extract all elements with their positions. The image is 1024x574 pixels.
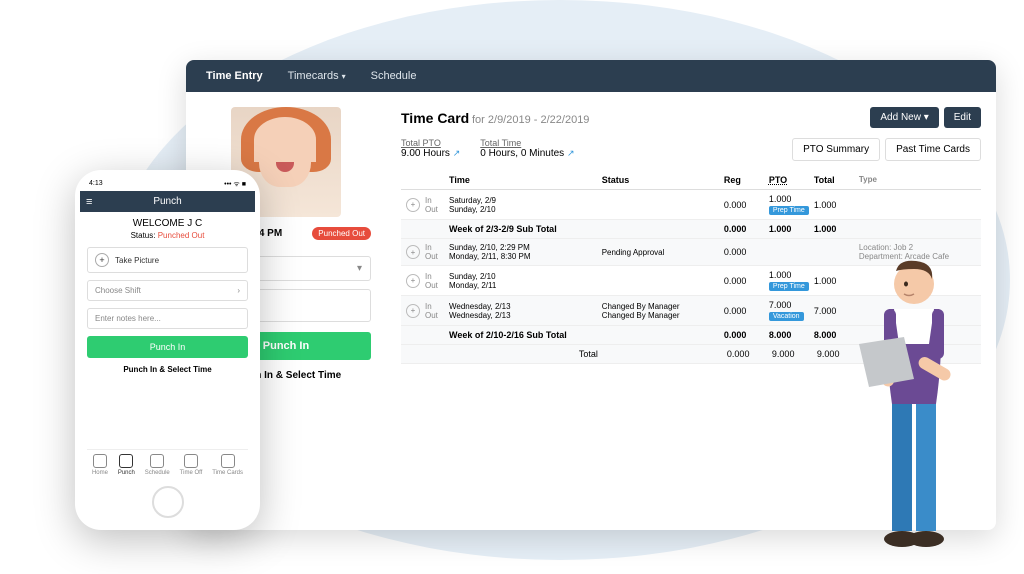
tab-time-off[interactable]: Time Off	[180, 454, 203, 476]
nav-timecards[interactable]: Timecards▾	[288, 70, 346, 82]
th-reg: Reg	[724, 175, 769, 185]
phone-header: ≡ Punch	[80, 191, 255, 212]
chevron-down-icon: ▾	[924, 112, 929, 123]
th-type: Type	[859, 175, 981, 185]
phone-status-bar: 4:13 ••• ᯤ ■	[83, 178, 252, 191]
top-nav: Time Entry Timecards▾ Schedule	[186, 60, 996, 92]
expand-icon[interactable]: +	[406, 245, 420, 259]
mobile-app: 4:13 ••• ᯤ ■ ≡ Punch WELCOME J C Status:…	[75, 170, 260, 530]
pto-summary-button[interactable]: PTO Summary	[792, 138, 880, 161]
table-row: + InOut Saturday, 2/9Sunday, 2/10 0.000 …	[401, 190, 981, 220]
take-picture-button[interactable]: +Take Picture	[87, 247, 248, 273]
person-illustration	[844, 229, 979, 569]
th-total: Total	[814, 175, 859, 185]
tab-schedule[interactable]: Schedule	[145, 454, 170, 476]
th-status: Status	[602, 175, 724, 185]
punch-in-button[interactable]: Punch In	[87, 336, 248, 358]
add-new-button[interactable]: Add New ▾	[870, 107, 938, 128]
plus-icon: +	[95, 253, 109, 267]
punch-status-badge: Punched Out	[312, 227, 371, 240]
tab-time-cards[interactable]: Time Cards	[212, 454, 243, 476]
timecard-title: Time Card	[401, 110, 469, 126]
expand-icon[interactable]: +	[406, 304, 420, 318]
notes-input[interactable]: Enter notes here...	[87, 308, 248, 329]
chevron-down-icon: ▾	[357, 263, 362, 274]
nav-schedule[interactable]: Schedule	[371, 70, 417, 82]
expand-icon[interactable]: +	[406, 198, 420, 212]
welcome-text: WELCOME J C	[87, 218, 248, 229]
edit-button[interactable]: Edit	[944, 107, 981, 128]
tab-home[interactable]: Home	[92, 454, 108, 476]
timecard-date-range: for 2/9/2019 - 2/22/2019	[472, 114, 589, 126]
past-timecards-button[interactable]: Past Time Cards	[885, 138, 981, 161]
menu-icon[interactable]: ≡	[86, 196, 92, 208]
external-link-icon[interactable]: ↗	[453, 148, 461, 158]
external-link-icon[interactable]: ↗	[567, 148, 575, 158]
status-line: Status: Punched Out	[87, 231, 248, 240]
chevron-down-icon: ▾	[342, 72, 346, 81]
nav-time-entry[interactable]: Time Entry	[206, 70, 263, 82]
expand-icon[interactable]: +	[406, 274, 420, 288]
total-time: Total Time 0 Hours, 0 Minutes ↗	[480, 138, 574, 161]
tab-punch[interactable]: Punch	[118, 454, 135, 476]
total-pto: Total PTO 9.00 Hours ↗	[401, 138, 460, 161]
chevron-right-icon: ›	[237, 286, 240, 295]
tab-bar: Home Punch Schedule Time Off Time Cards	[87, 449, 248, 476]
home-button[interactable]	[152, 486, 184, 518]
th-time: Time	[449, 175, 602, 185]
choose-shift-select[interactable]: Choose Shift›	[87, 280, 248, 301]
th-pto: PTO	[769, 175, 814, 185]
punch-in-select-time-link[interactable]: Punch In & Select Time	[87, 365, 248, 374]
